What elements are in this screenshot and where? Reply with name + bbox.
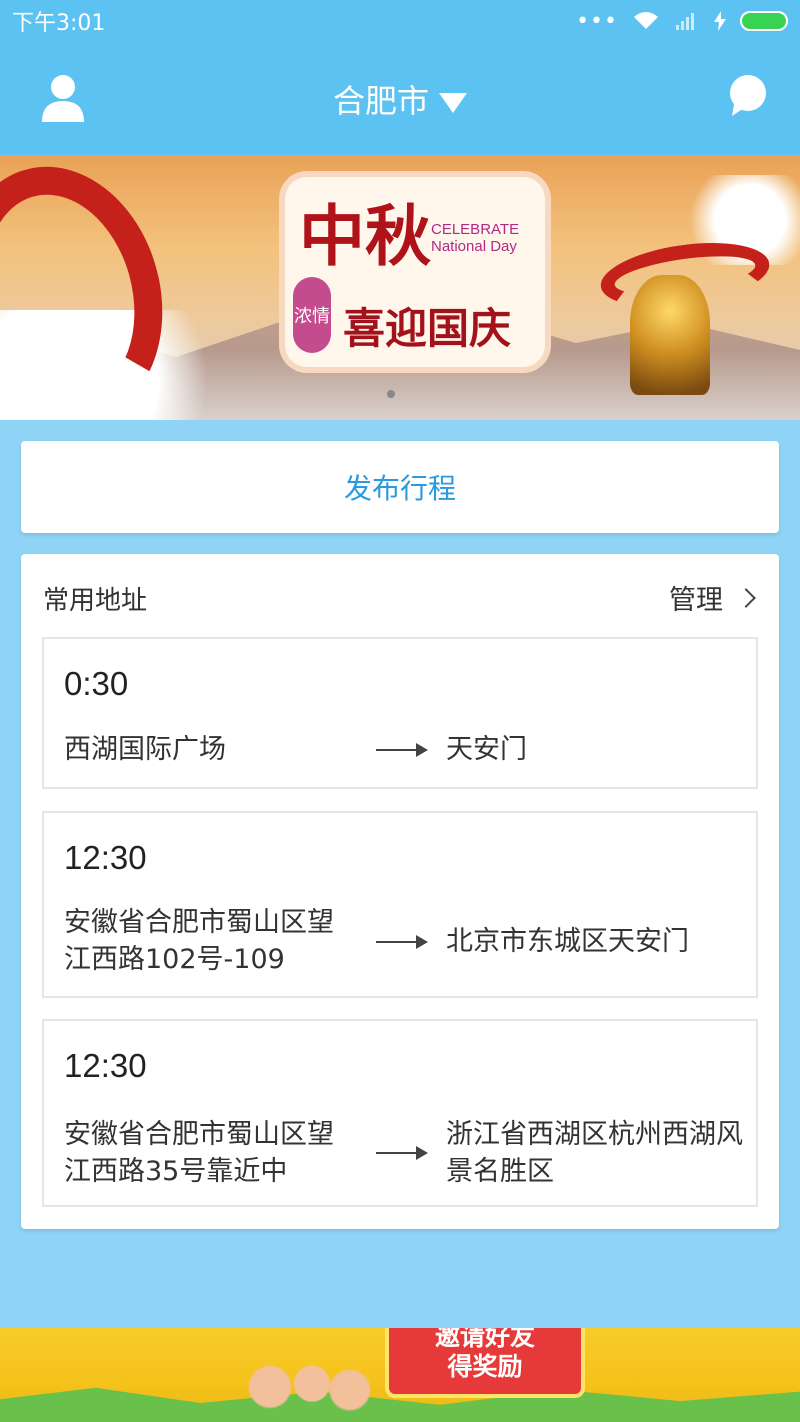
chevron-right-icon (736, 587, 756, 608)
battery-icon (740, 11, 788, 31)
signal-icon (676, 13, 694, 30)
message-icon[interactable] (728, 74, 768, 118)
manage-button[interactable]: 管理 (669, 578, 756, 617)
route-to: 浙江省西湖区杭州西湖风景名胜区 (446, 1119, 743, 1187)
chevron-down-icon (439, 93, 467, 113)
banner-emblem: 中秋 CELEBRATE National Day 浓情 喜迎国庆 (285, 177, 545, 367)
arrow-right-icon (376, 935, 428, 949)
invite-line1: 邀请好友 (434, 1328, 535, 1351)
promo-banner[interactable]: 中秋 CELEBRATE National Day 浓情 喜迎国庆 (0, 155, 800, 420)
wifi-icon (634, 12, 658, 29)
more-dots-icon: ••• (576, 8, 618, 34)
people-illustration (235, 1358, 375, 1422)
route-time: 12:30 (64, 839, 147, 876)
publish-trip-label: 发布行程 (343, 472, 456, 505)
route-item[interactable]: 0:30 西湖国际广场 天安门 (42, 637, 758, 789)
city-name: 合肥市 (332, 82, 429, 120)
section-title: 常用地址 (43, 586, 148, 616)
route-to: 北京市东城区天安门 (446, 926, 689, 957)
status-bar: 下午3:01 ••• (0, 0, 800, 42)
route-from: 安徽省合肥市蜀山区望江西路102号-109 (64, 907, 334, 975)
banner-side-text: 浓情 (293, 277, 331, 353)
banner-english: CELEBRATE National Day (431, 221, 520, 255)
route-to: 天安门 (446, 734, 527, 765)
route-from: 西湖国际广场 (64, 734, 226, 765)
invite-badge: 邀请好友 得奖励 (385, 1328, 585, 1398)
app-header: 合肥市 (0, 42, 800, 155)
banner-headline: 中秋 (299, 197, 431, 275)
manage-label: 管理 (669, 585, 723, 616)
route-item[interactable]: 12:30 安徽省合肥市蜀山区望江西路102号-109 北京市东城区天安门 (42, 811, 758, 998)
route-time: 12:30 (64, 1047, 147, 1084)
route-item[interactable]: 12:30 安徽省合肥市蜀山区望江西路35号靠近中 浙江省西湖区杭州西湖风景名胜… (42, 1019, 758, 1207)
invite-banner[interactable]: 邀请好友 得奖励 (0, 1328, 800, 1422)
city-selector[interactable]: 合肥市 (0, 76, 800, 122)
arrow-right-icon (376, 1146, 428, 1160)
banner-pagination-dot (387, 390, 395, 398)
status-time: 下午3:01 (12, 11, 106, 36)
arrow-right-icon (376, 743, 428, 757)
route-time: 0:30 (64, 665, 129, 702)
invite-line2: 得奖励 (447, 1352, 523, 1381)
route-from: 安徽省合肥市蜀山区望江西路35号靠近中 (64, 1119, 334, 1187)
frequent-addresses-card: 常用地址 管理 0:30 西湖国际广场 天安门 12:30 安徽省合肥市蜀山区望… (21, 554, 779, 1229)
banner-subheadline: 喜迎国庆 (343, 304, 512, 353)
status-icons: ••• (576, 9, 788, 34)
lion-statue-image (630, 275, 710, 395)
charging-icon (714, 11, 726, 31)
publish-trip-button[interactable]: 发布行程 (21, 441, 779, 533)
